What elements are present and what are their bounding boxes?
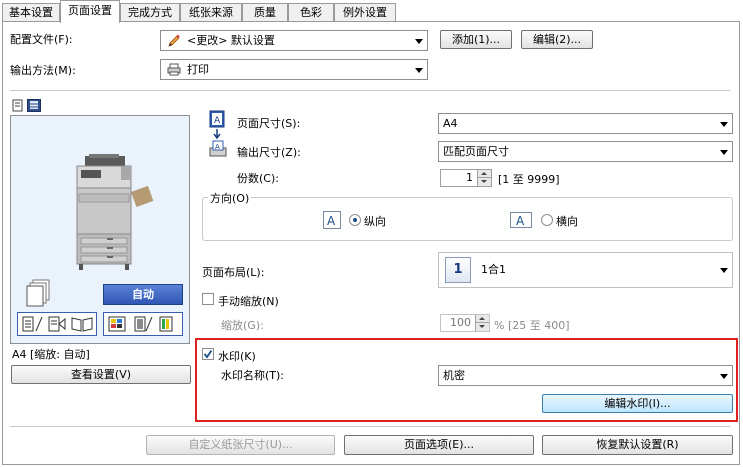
booklet-icon[interactable] xyxy=(70,316,94,335)
edit-watermark-button[interactable]: 编辑水印(I)... xyxy=(542,394,733,413)
increment-icon[interactable] xyxy=(477,170,491,178)
watermark-checkbox[interactable] xyxy=(202,348,214,360)
landscape-radio[interactable] xyxy=(541,214,553,226)
copier-icon xyxy=(71,154,157,275)
watermark-label: 水印(K) xyxy=(218,350,256,363)
chevron-down-icon xyxy=(415,68,423,73)
page-size-value: A4 xyxy=(443,117,458,130)
scaling-stepper[interactable]: 100 xyxy=(440,314,490,332)
output-size-select[interactable]: 匹配页面尺寸 xyxy=(438,141,733,162)
output-method-label: 输出方法(M): xyxy=(10,64,76,77)
tab-paper-source[interactable]: 纸张来源 xyxy=(180,3,242,22)
chevron-down-icon xyxy=(720,122,728,127)
layout-value: 1合1 xyxy=(481,263,506,276)
page-size-icon: A xyxy=(208,110,226,131)
single-page-icon[interactable] xyxy=(22,316,44,335)
pencil-icon xyxy=(167,34,181,54)
color-view-buttons xyxy=(103,312,183,336)
tab-color[interactable]: 色彩 xyxy=(288,3,334,22)
copies-stepper[interactable]: 1 xyxy=(440,169,492,187)
portrait-radio[interactable] xyxy=(349,214,361,226)
copies-value: 1 xyxy=(466,171,473,184)
page-view-icon[interactable] xyxy=(11,99,24,115)
watermark-name-select[interactable]: 机密 xyxy=(438,365,733,386)
chevron-down-icon xyxy=(720,150,728,155)
profile-label: 配置文件(F): xyxy=(10,33,73,46)
layout-select[interactable]: 1 1合1 xyxy=(438,252,733,288)
restore-defaults-button[interactable]: 恢复默认设置(R) xyxy=(542,435,733,455)
custom-paper-size-button[interactable]: 自定义纸张尺寸(U)... xyxy=(146,435,335,455)
chevron-down-icon xyxy=(415,39,423,44)
orientation-group xyxy=(202,197,733,241)
svg-text:A: A xyxy=(516,214,525,227)
increment-icon[interactable] xyxy=(475,315,489,323)
svg-text:A: A xyxy=(214,116,221,126)
page-options-button[interactable]: 页面选项(E)... xyxy=(344,435,534,455)
page-size-label: 页面尺寸(S): xyxy=(237,117,301,130)
portrait-label: 纵向 xyxy=(364,215,386,228)
tab-basic[interactable]: 基本设置 xyxy=(2,3,60,22)
scaling-label: 缩放(G): xyxy=(221,319,264,332)
profile-select[interactable]: <更改> 默认设置 xyxy=(160,30,428,51)
auto-button[interactable]: 自动 xyxy=(103,284,183,305)
orientation-group-label: 方向(O) xyxy=(208,190,252,206)
color-grid-icon[interactable] xyxy=(108,316,128,335)
svg-text:A: A xyxy=(215,143,220,151)
preview-status-text: A4 [缩放: 自动] xyxy=(12,348,90,361)
divider xyxy=(10,90,730,91)
scaling-range: % [25 至 400] xyxy=(494,319,570,332)
edit-profile-button[interactable]: 编辑(2)... xyxy=(521,30,593,49)
output-size-icon: A xyxy=(208,140,228,163)
print-preview: 自动 xyxy=(10,115,190,344)
copies-label: 份数(C): xyxy=(237,172,279,185)
duplex-page-icon[interactable] xyxy=(46,316,68,335)
add-profile-button[interactable]: 添加(1)... xyxy=(440,30,512,49)
tab-quality[interactable]: 质量 xyxy=(242,3,288,22)
scaling-value: 100 xyxy=(450,316,471,329)
printer-icon xyxy=(167,63,181,82)
tab-page-setup[interactable]: 页面设置 xyxy=(60,0,120,23)
manual-scaling-label: 手动缩放(N) xyxy=(218,295,279,308)
decrement-icon[interactable] xyxy=(475,323,489,331)
layout-label: 页面布局(L): xyxy=(202,266,265,279)
decrement-icon[interactable] xyxy=(477,178,491,186)
portrait-icon: A xyxy=(323,211,341,229)
output-method-select[interactable]: 打印 xyxy=(160,59,428,80)
chevron-down-icon xyxy=(720,374,728,379)
tab-exceptions[interactable]: 例外设置 xyxy=(334,3,396,22)
divider xyxy=(10,426,730,427)
output-method-value: 打印 xyxy=(187,63,209,76)
watermark-name-value: 机密 xyxy=(443,369,465,382)
page-size-select[interactable]: A4 xyxy=(438,113,733,134)
output-size-label: 输出尺寸(Z): xyxy=(237,146,301,159)
manual-scaling-checkbox[interactable] xyxy=(202,293,214,305)
grayscale-page-icon[interactable] xyxy=(132,316,154,335)
tab-finishing[interactable]: 完成方式 xyxy=(120,3,180,22)
landscape-icon: A xyxy=(510,212,532,228)
profile-value: <更改> 默认设置 xyxy=(187,34,275,47)
svg-text:A: A xyxy=(327,214,336,228)
printer-view-icon[interactable] xyxy=(27,99,41,115)
color-page-icon[interactable] xyxy=(158,316,176,335)
view-settings-button[interactable]: 查看设置(V) xyxy=(11,365,191,384)
copies-range: [1 至 9999] xyxy=(498,173,560,186)
stacked-pages-icon xyxy=(25,279,51,312)
tab-strip: 基本设置 页面设置 完成方式 纸张来源 质量 色彩 例外设置 xyxy=(0,0,743,23)
chevron-down-icon xyxy=(720,268,728,273)
layout-1up-icon: 1 xyxy=(445,257,471,283)
output-size-value: 匹配页面尺寸 xyxy=(443,145,509,158)
landscape-label: 横向 xyxy=(556,215,578,228)
watermark-name-label: 水印名称(T): xyxy=(221,369,285,382)
layout-view-buttons xyxy=(17,312,97,336)
